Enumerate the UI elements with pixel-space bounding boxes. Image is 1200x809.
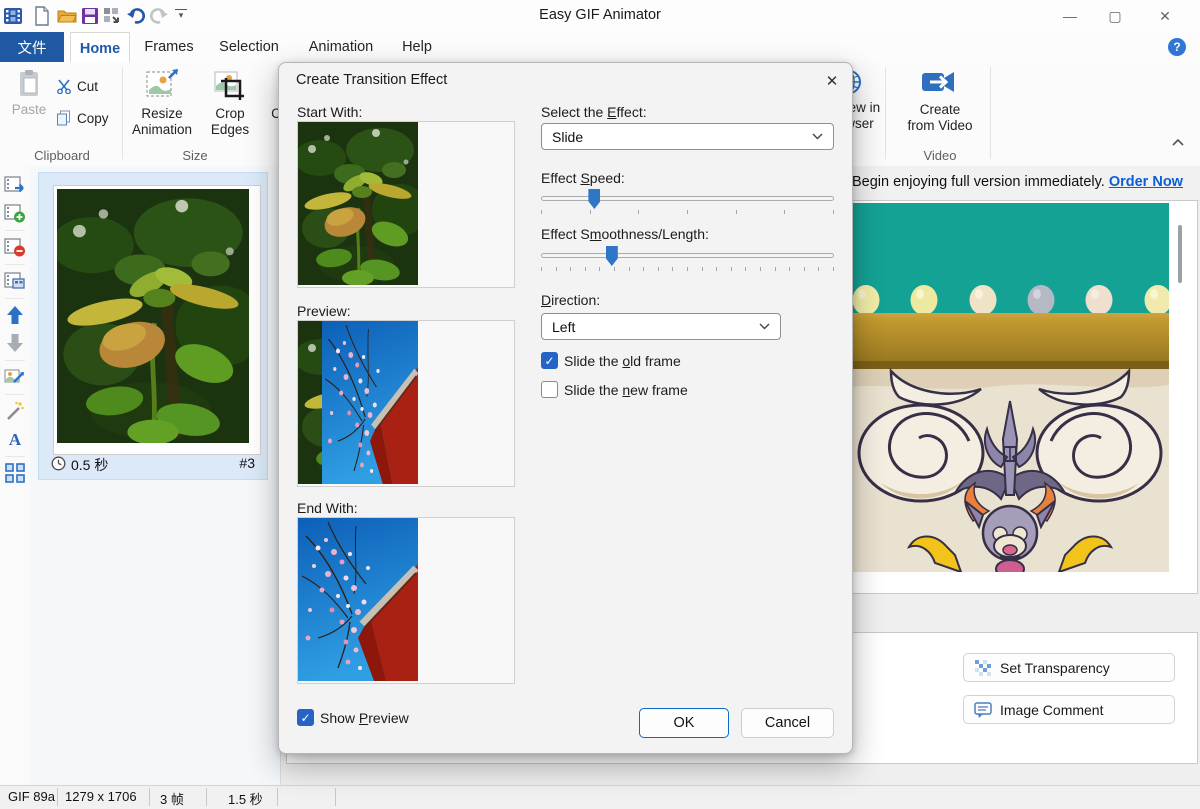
effect-speed-slider-thumb[interactable] — [588, 189, 600, 209]
tab-selection[interactable]: Selection — [212, 32, 286, 62]
frame-duration: 0.5 秒 — [71, 455, 108, 475]
slide-new-frame-checkbox[interactable] — [541, 381, 558, 398]
video-camera-icon — [921, 68, 959, 98]
crop-edges-button[interactable]: CropEdges — [202, 68, 258, 138]
tab-home[interactable]: Home — [70, 32, 130, 64]
frame-list-item-selected[interactable]: 0.5 秒 #3 — [38, 172, 268, 480]
maximize-button[interactable]: ▢ — [1098, 4, 1132, 28]
ok-button[interactable]: OK — [639, 708, 729, 738]
dialog-close-icon[interactable]: ✕ — [819, 70, 845, 92]
move-frame-up-icon[interactable] — [4, 304, 26, 326]
order-now-link[interactable]: Order Now — [1109, 174, 1183, 190]
direction-label: Direction: — [541, 292, 600, 308]
cut-button[interactable]: Cut — [56, 78, 98, 94]
start-with-label: Start With: — [297, 104, 362, 120]
create-from-video-button[interactable]: Createfrom Video — [900, 68, 980, 134]
preview-label: Preview: — [297, 303, 351, 319]
effect-smoothness-slider[interactable] — [541, 253, 834, 258]
clock-icon — [51, 456, 66, 471]
crop-edges-icon — [213, 68, 247, 102]
frame-tools-sidebar: A — [0, 166, 31, 785]
status-format: GIF 89a — [8, 789, 55, 804]
create-transition-dialog: Create Transition Effect ✕ Start With: P… — [278, 62, 853, 754]
cancel-button[interactable]: Cancel — [741, 708, 834, 738]
collapse-ribbon-icon[interactable] — [1172, 138, 1184, 146]
effect-speed-ticks — [541, 210, 834, 214]
effect-smoothness-ticks — [541, 267, 834, 271]
direction-dropdown[interactable]: Left — [541, 313, 781, 340]
slide-new-frame-label: Slide the new frame — [564, 382, 688, 398]
resize-animation-icon — [145, 68, 179, 102]
extract-frame-icon[interactable] — [4, 174, 26, 196]
scissors-icon — [56, 78, 72, 94]
effect-value: Slide — [552, 129, 583, 145]
comment-icon — [974, 701, 992, 719]
image-comment-button[interactable]: Image Comment — [963, 695, 1175, 724]
close-button[interactable]: ✕ — [1148, 4, 1182, 28]
check-icon: ✓ — [300, 711, 310, 725]
tab-animation[interactable]: Animation — [302, 32, 380, 62]
copy-icon — [56, 110, 72, 126]
effect-speed-label: Effect Speed: — [541, 170, 625, 186]
check-icon: ✓ — [544, 354, 554, 368]
ribbon-tab-row: 文件 Home Frames Selection Animation Help — [0, 32, 1200, 63]
move-frame-down-icon — [4, 332, 26, 354]
transparency-icon — [974, 659, 992, 677]
manage-frames-icon[interactable] — [4, 462, 26, 484]
direction-value: Left — [552, 319, 575, 335]
status-bar: GIF 89a 1279 x 1706 3 帧 1.5 秒 — [0, 785, 1200, 809]
slide-old-frame-label: Slide the old frame — [564, 353, 681, 369]
magic-wand-icon[interactable] — [4, 400, 26, 422]
svg-text:A: A — [9, 430, 22, 449]
frame-number: #3 — [239, 455, 255, 471]
effect-smoothness-label: Effect Smoothness/Length: — [541, 226, 709, 242]
dialog-title: Create Transition Effect — [296, 72, 447, 88]
clipboard-group-label: Clipboard — [10, 148, 114, 163]
paste-button: Paste — [6, 68, 52, 118]
edit-frame-icon[interactable] — [4, 366, 26, 388]
duplicate-frame-icon[interactable] — [4, 270, 26, 292]
tab-file[interactable]: 文件 — [0, 32, 64, 62]
video-group-label: Video — [895, 148, 985, 163]
status-frame-count: 3 帧 — [160, 789, 184, 808]
vertical-scrollbar[interactable] — [1178, 225, 1182, 283]
effect-label: Select the Effect: — [541, 104, 647, 120]
size-group-label: Size — [150, 148, 240, 163]
paste-icon — [14, 68, 44, 98]
effect-smoothness-slider-thumb[interactable] — [606, 246, 618, 266]
end-with-thumbnail — [297, 517, 515, 684]
slide-old-frame-checkbox[interactable]: ✓ — [541, 352, 558, 369]
text-tool-icon[interactable]: A — [4, 428, 26, 450]
set-transparency-button[interactable]: Set Transparency — [963, 653, 1175, 682]
effect-speed-slider[interactable] — [541, 196, 834, 201]
add-frame-icon[interactable] — [4, 202, 26, 224]
preview-thumbnail — [297, 320, 515, 487]
effect-dropdown[interactable]: Slide — [541, 123, 834, 150]
delete-frame-icon[interactable] — [4, 236, 26, 258]
status-duration: 1.5 秒 — [228, 789, 263, 808]
status-dimensions: 1279 x 1706 — [65, 789, 137, 804]
help-icon[interactable]: ? — [1168, 38, 1186, 56]
frame-thumbnail[interactable] — [53, 185, 261, 455]
resize-animation-button[interactable]: ResizeAnimation — [130, 68, 194, 138]
title-bar: ▾ Easy GIF Animator — ▢ ✕ — [0, 0, 1200, 32]
tab-frames[interactable]: Frames — [138, 32, 200, 62]
copy-button[interactable]: Copy — [56, 110, 109, 126]
preview-image — [851, 203, 1169, 572]
frame-list-panel: 0.5 秒 #3 — [30, 166, 281, 785]
banner-text: Begin enjoying full version immediately. — [852, 174, 1105, 190]
show-preview-checkbox[interactable]: ✓ — [297, 709, 314, 726]
end-with-label: End With: — [297, 500, 358, 516]
minimize-button[interactable]: — — [1053, 4, 1087, 28]
show-preview-label: Show Preview — [320, 710, 409, 726]
tab-help[interactable]: Help — [392, 32, 442, 62]
window-title: Easy GIF Animator — [0, 7, 1200, 23]
start-with-thumbnail — [297, 121, 515, 288]
chevron-down-icon — [812, 133, 823, 140]
chevron-down-icon — [759, 323, 770, 330]
